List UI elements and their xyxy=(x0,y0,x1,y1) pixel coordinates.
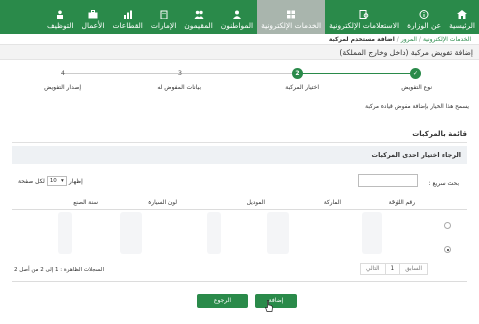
back-button[interactable]: الرجوع xyxy=(197,294,248,308)
nav-item-label: الخدمات الإلكترونية xyxy=(261,21,322,30)
step-4-number: 4 xyxy=(60,69,66,77)
step-2-label: اختيار المركبة xyxy=(285,84,319,91)
nav-item-sectors[interactable]: القطاعات xyxy=(108,0,146,34)
jobs-icon xyxy=(57,10,64,19)
table-bottom-divider xyxy=(12,281,467,282)
nav-item-jobs[interactable]: التوظيف xyxy=(43,0,78,34)
nav-item-about[interactable]: عن الوزارة xyxy=(403,0,445,34)
column-header-model[interactable]: الموديل xyxy=(247,200,265,206)
step-1-check-icon: ✓ xyxy=(410,68,421,79)
dropdown-caret-icon: ▾ xyxy=(61,178,64,184)
sort-icon[interactable]: ↑↓ xyxy=(391,200,400,206)
nav-item-label: الاستعلامات الإلكترونية xyxy=(329,21,400,30)
nav-item-label: الأعمال xyxy=(81,21,105,30)
nav-item-business[interactable]: الأعمال xyxy=(78,0,109,34)
row-select-radio[interactable] xyxy=(444,246,451,253)
pagination-previous[interactable]: السابق xyxy=(399,263,428,275)
nav-item-citizens[interactable]: المواطنون xyxy=(217,0,257,34)
users-icon xyxy=(194,10,204,19)
breadcrumb-separator: / xyxy=(418,36,421,43)
grid-icon xyxy=(287,10,296,19)
breadcrumb: الخدمات الإلكترونية/المرور/اضافة مستخدم … xyxy=(329,36,471,43)
home-icon xyxy=(457,10,468,19)
nav-item-label: التوظيف xyxy=(47,21,74,30)
add-button[interactable]: إضافة xyxy=(255,294,297,308)
page-length-prefix: إظهار xyxy=(68,177,83,185)
column-header-make[interactable]: الماركة xyxy=(324,200,341,206)
step-3-label: بيانات المفوض له xyxy=(157,84,201,91)
nav-item-label: عن الوزارة xyxy=(407,21,442,30)
nav-item-home[interactable]: الرئيسية xyxy=(445,0,479,34)
building-icon xyxy=(160,10,168,19)
page-length-value: 10 xyxy=(49,178,57,184)
step-3-number: 3 xyxy=(177,69,183,77)
step-connector-done xyxy=(298,73,416,74)
briefcase-icon xyxy=(88,10,98,19)
breadcrumb-item-eservices[interactable]: الخدمات الإلكترونية xyxy=(423,36,471,43)
section-divider xyxy=(12,142,467,143)
table-row[interactable] xyxy=(12,214,467,234)
column-header-color[interactable]: لون السيارة xyxy=(148,200,177,206)
quick-search-input[interactable] xyxy=(358,174,418,187)
info-text: يسمح هذا الخيار بإضافة مفوض قيادة مركبة xyxy=(365,104,469,110)
user-icon xyxy=(232,10,241,19)
page-title: إضافة تفويض مركبة (داخل وخارج المملكة) xyxy=(339,48,473,57)
pagination-page-1[interactable]: 1 xyxy=(384,263,401,275)
nav-item-label: الإمارات xyxy=(150,21,177,30)
step-2-circle: 2 xyxy=(292,68,303,79)
nav-item-label: الرئيسية xyxy=(449,21,475,30)
row-select-radio[interactable] xyxy=(444,222,451,229)
quick-search-label: بحث سريع : xyxy=(428,180,459,187)
breadcrumb-item-traffic[interactable]: المرور xyxy=(401,36,417,43)
hand-cursor-icon xyxy=(265,300,273,312)
nav-item-label: المقيمون xyxy=(184,21,213,30)
sectors-icon xyxy=(123,10,132,19)
search-doc-icon xyxy=(359,10,369,19)
info-icon xyxy=(419,10,429,19)
nav-item-inquiries[interactable]: الاستعلامات الإلكترونية xyxy=(325,0,403,34)
breadcrumb-current: اضافة مستخدم لمركبة xyxy=(328,36,395,43)
pagination: السابق 1 التالي xyxy=(360,263,428,275)
nav-item-label: القطاعات xyxy=(112,21,143,30)
panel-title: الرجاء اختيار احدى المركبات xyxy=(371,151,461,159)
nav-item-emirates[interactable]: الإمارات xyxy=(147,0,180,34)
column-header-year[interactable]: سنة الصنع xyxy=(73,200,98,206)
page-length-control: إظهار 10 ▾ لكل صفحة xyxy=(18,176,83,186)
vehicles-list-title: قائمة بالمركبات xyxy=(412,130,467,138)
main-navigation: الرئيسية عن الوزارة الاستعلامات الإلكترو… xyxy=(0,0,479,34)
page-length-select[interactable]: 10 ▾ xyxy=(46,176,67,186)
nav-item-eservices[interactable]: الخدمات الإلكترونية xyxy=(257,0,326,34)
breadcrumb-separator: / xyxy=(396,36,399,43)
page-length-suffix: لكل صفحة xyxy=(18,177,45,185)
pagination-next[interactable]: التالي xyxy=(360,263,386,275)
nav-item-label: المواطنون xyxy=(220,21,254,30)
step-4-label: إصدار التفويض xyxy=(44,84,81,91)
step-1-label: نوع التفويض xyxy=(401,84,432,91)
nav-item-residents[interactable]: المقيمون xyxy=(180,0,216,34)
records-info: السجلات الظاهرة : 1 إلى 2 من أصل 2 xyxy=(14,267,104,273)
table-row[interactable] xyxy=(12,234,467,254)
